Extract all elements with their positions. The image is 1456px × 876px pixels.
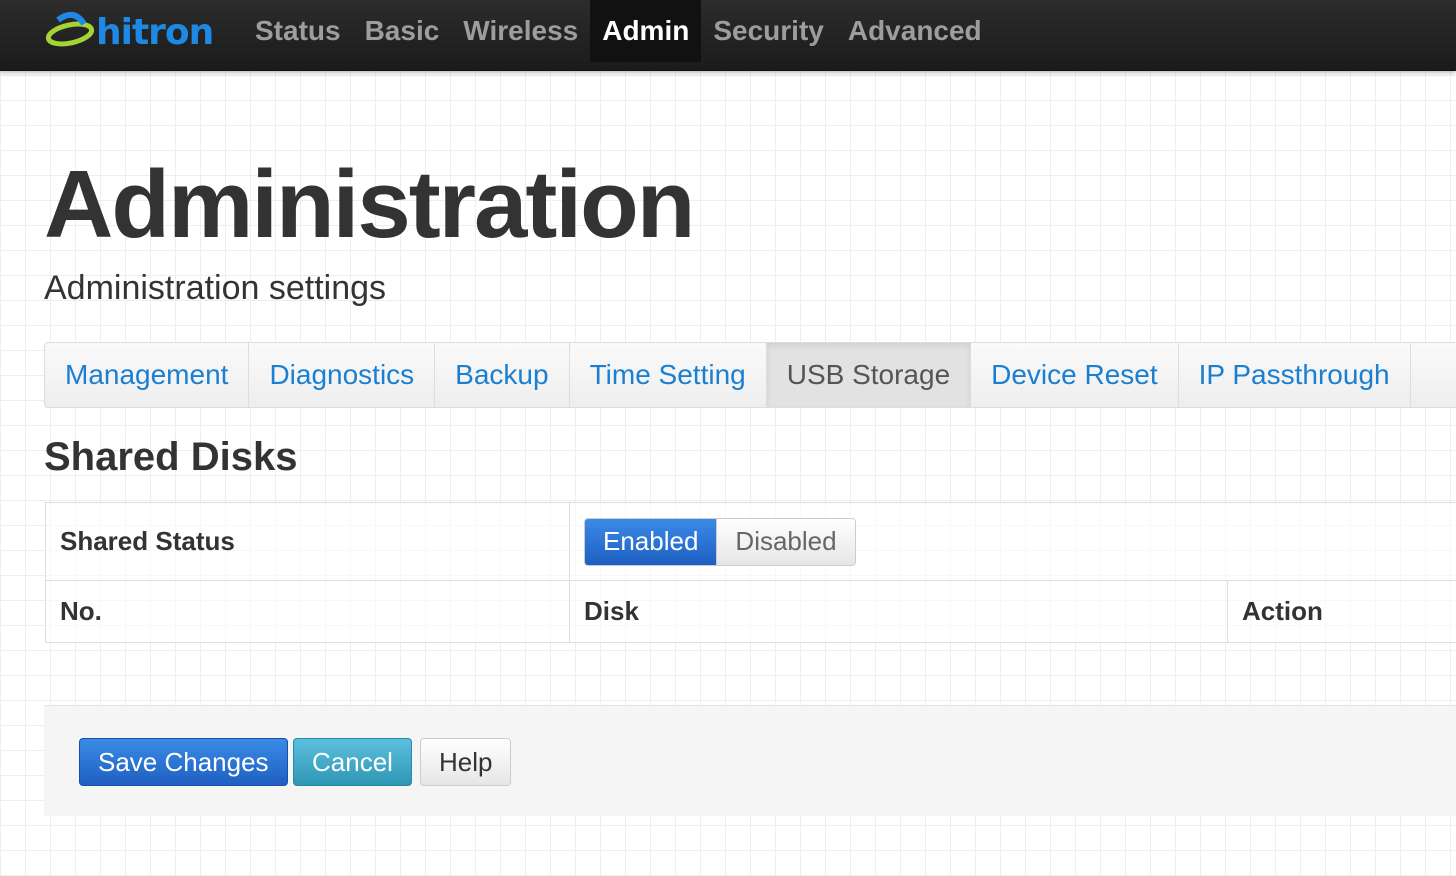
- admin-tabs: Management Diagnostics Backup Time Setti…: [44, 342, 1456, 408]
- column-header-action: Action: [1227, 580, 1456, 643]
- nav-security[interactable]: Security: [701, 0, 836, 62]
- nav-status[interactable]: Status: [243, 0, 353, 62]
- logo-text: hitron: [96, 12, 214, 53]
- enabled-button[interactable]: Enabled: [585, 518, 717, 565]
- page-title: Administration: [44, 151, 695, 258]
- save-changes-button[interactable]: Save Changes: [79, 738, 288, 786]
- nav-wireless[interactable]: Wireless: [451, 0, 590, 62]
- column-header-disk: Disk: [569, 580, 1228, 643]
- tab-device-reset[interactable]: Device Reset: [971, 343, 1179, 407]
- tab-ip-passthrough[interactable]: IP Passthrough: [1179, 343, 1411, 407]
- tab-management[interactable]: Management: [45, 343, 250, 407]
- page-subtitle: Administration settings: [44, 269, 387, 307]
- shared-disks-table: Shared Status Enabled Disabled No. Disk …: [45, 502, 1456, 643]
- nav-basic[interactable]: Basic: [353, 0, 452, 62]
- section-title-shared-disks: Shared Disks: [44, 435, 298, 479]
- disabled-button[interactable]: Disabled: [716, 518, 855, 565]
- hitron-logo[interactable]: hitron: [44, 10, 214, 54]
- table-row-shared-status: Shared Status Enabled Disabled: [45, 502, 1456, 581]
- column-header-no: No.: [45, 580, 570, 643]
- tab-usb-storage[interactable]: USB Storage: [766, 343, 972, 407]
- tab-diagnostics[interactable]: Diagnostics: [249, 343, 436, 407]
- shared-status-label: Shared Status: [45, 502, 570, 581]
- help-button[interactable]: Help: [420, 738, 512, 786]
- main-nav: Status Basic Wireless Admin Security Adv…: [243, 0, 994, 71]
- tab-backup[interactable]: Backup: [435, 343, 570, 407]
- hitron-logo-icon: [45, 11, 95, 47]
- cancel-button[interactable]: Cancel: [293, 738, 412, 786]
- table-header-row: No. Disk Action: [45, 580, 1456, 643]
- nav-admin[interactable]: Admin: [590, 0, 702, 62]
- form-actions-bar: Save Changes Cancel Help: [44, 705, 1456, 816]
- top-navbar: hitron Status Basic Wireless Admin Secur…: [0, 0, 1456, 71]
- tab-time-setting[interactable]: Time Setting: [570, 343, 767, 407]
- nav-advanced[interactable]: Advanced: [836, 0, 994, 62]
- shared-status-cell: Enabled Disabled: [569, 502, 1456, 581]
- shared-status-toggle: Enabled Disabled: [584, 517, 856, 566]
